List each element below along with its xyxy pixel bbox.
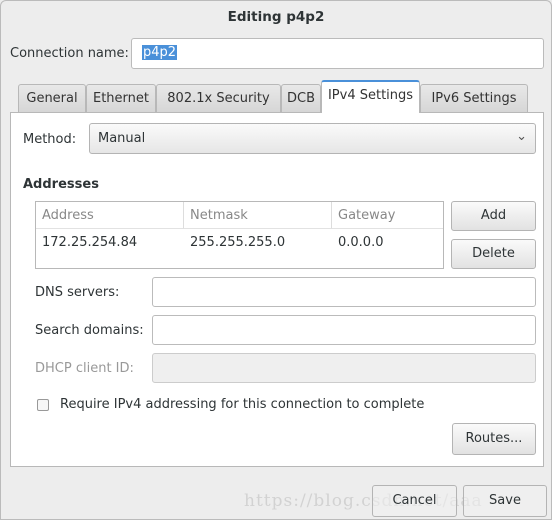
tab-general[interactable]: General <box>18 84 86 112</box>
add-button[interactable]: Add <box>451 201 536 231</box>
netmask-cell[interactable]: 255.255.255.0 <box>184 235 285 250</box>
method-dropdown[interactable]: Manual ⌄ <box>89 123 536 154</box>
column-header-netmask[interactable]: Netmask <box>184 202 332 229</box>
search-domains-label: Search domains: <box>35 323 144 338</box>
addresses-table: Address Netmask Gateway 172.25.254.84 25… <box>35 201 444 269</box>
routes-button[interactable]: Routes... <box>452 423 536 455</box>
tab-8021x-security[interactable]: 802.1x Security <box>156 84 281 112</box>
tab-dcb[interactable]: DCB <box>281 84 321 112</box>
addresses-heading: Addresses <box>23 177 99 192</box>
delete-button[interactable]: Delete <box>451 239 536 269</box>
dns-servers-input[interactable] <box>152 277 536 307</box>
chevron-down-icon: ⌄ <box>516 129 527 144</box>
search-domains-input[interactable] <box>152 315 536 345</box>
require-ipv4-checkbox[interactable] <box>37 399 49 411</box>
ipv4-settings-panel: Method: Manual ⌄ Addresses Address Netmas… <box>10 112 544 467</box>
gateway-cell[interactable]: 0.0.0.0 <box>332 235 383 250</box>
connection-name-input[interactable]: p4p2 <box>131 38 544 69</box>
connection-name-label: Connection name: <box>10 46 129 61</box>
address-cell[interactable]: 172.25.254.84 <box>36 235 137 250</box>
window-title: Editing p4p2 <box>227 9 325 25</box>
require-ipv4-label[interactable]: Require IPv4 addressing for this connect… <box>60 397 424 412</box>
column-header-gateway[interactable]: Gateway <box>332 202 443 229</box>
tab-ethernet[interactable]: Ethernet <box>86 84 156 112</box>
dns-servers-label: DNS servers: <box>35 285 120 300</box>
save-button[interactable]: Save <box>463 485 547 517</box>
column-header-address[interactable]: Address <box>36 202 184 229</box>
tab-ipv6-settings[interactable]: IPv6 Settings <box>420 84 528 112</box>
dhcp-client-id-input <box>152 353 536 383</box>
edit-connection-dialog: Editing p4p2 Connection name: p4p2 Gener… <box>0 0 552 520</box>
cancel-button[interactable]: Cancel <box>372 485 457 517</box>
dhcp-client-id-label: DHCP client ID: <box>35 361 134 376</box>
method-label: Method: <box>23 132 77 147</box>
tab-ipv4-settings[interactable]: IPv4 Settings <box>321 80 420 113</box>
